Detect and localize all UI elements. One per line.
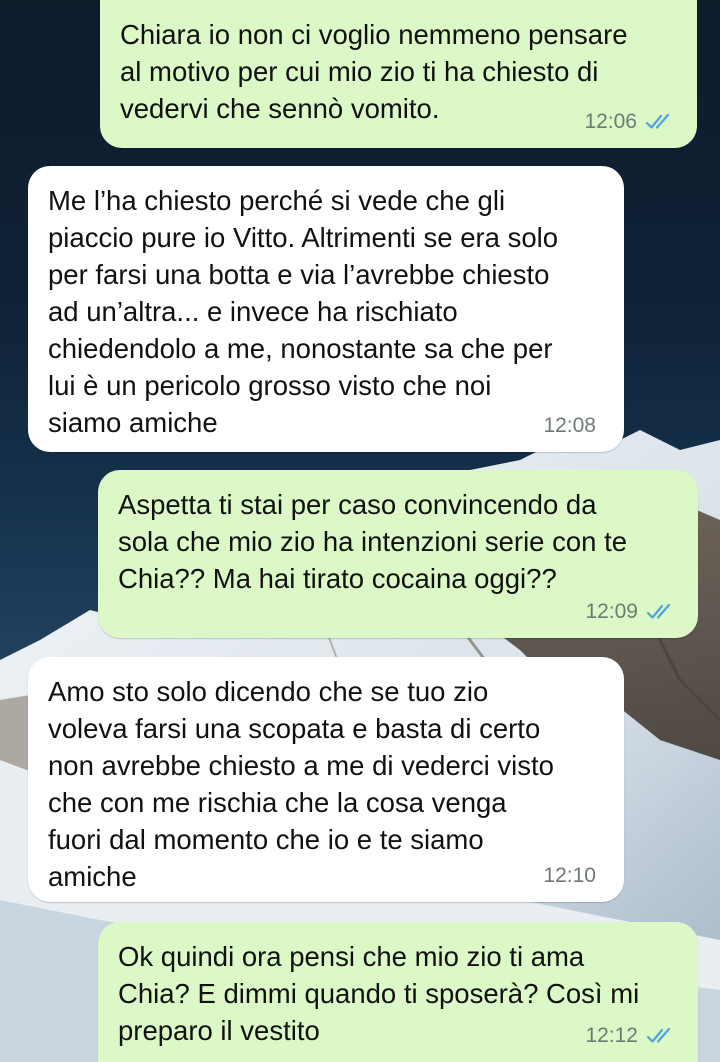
message-text: Aspetta ti stai per caso convincendo da …: [118, 489, 628, 594]
message-meta: 12:12: [585, 1017, 676, 1054]
message-bubble-incoming[interactable]: Me l’ha chiesto perché si vede che gli p…: [28, 166, 624, 452]
message-time: 12:06: [584, 110, 637, 133]
message-bubble-outgoing[interactable]: Chiara io non ci voglio nemmeno pensare …: [100, 0, 697, 148]
message-time: 12:12: [585, 1024, 638, 1047]
message-bubble-incoming[interactable]: Amo sto solo dicendo che se tuo zio vole…: [28, 657, 624, 902]
chat-area: Chiara io non ci voglio nemmeno pensare …: [0, 0, 720, 1062]
message-meta: 12:08: [543, 407, 596, 444]
message-time: 12:08: [543, 414, 596, 437]
double-check-icon: [646, 603, 671, 619]
message-meta: 12:06: [584, 103, 675, 140]
message-time: 12:10: [543, 864, 596, 887]
message-meta: 12:09: [585, 593, 676, 630]
message-text: Me l’ha chiesto perché si vede che gli p…: [48, 185, 559, 438]
double-check-icon: [645, 113, 670, 129]
message-time: 12:09: [585, 600, 638, 623]
double-check-icon: [646, 1027, 671, 1043]
message-bubble-outgoing[interactable]: Ok quindi ora pensi che mio zio ti ama C…: [98, 922, 698, 1062]
message-bubble-outgoing[interactable]: Aspetta ti stai per caso convincendo da …: [98, 470, 698, 638]
message-meta: 12:10: [543, 857, 596, 894]
message-text: Amo sto solo dicendo che se tuo zio vole…: [48, 676, 554, 892]
